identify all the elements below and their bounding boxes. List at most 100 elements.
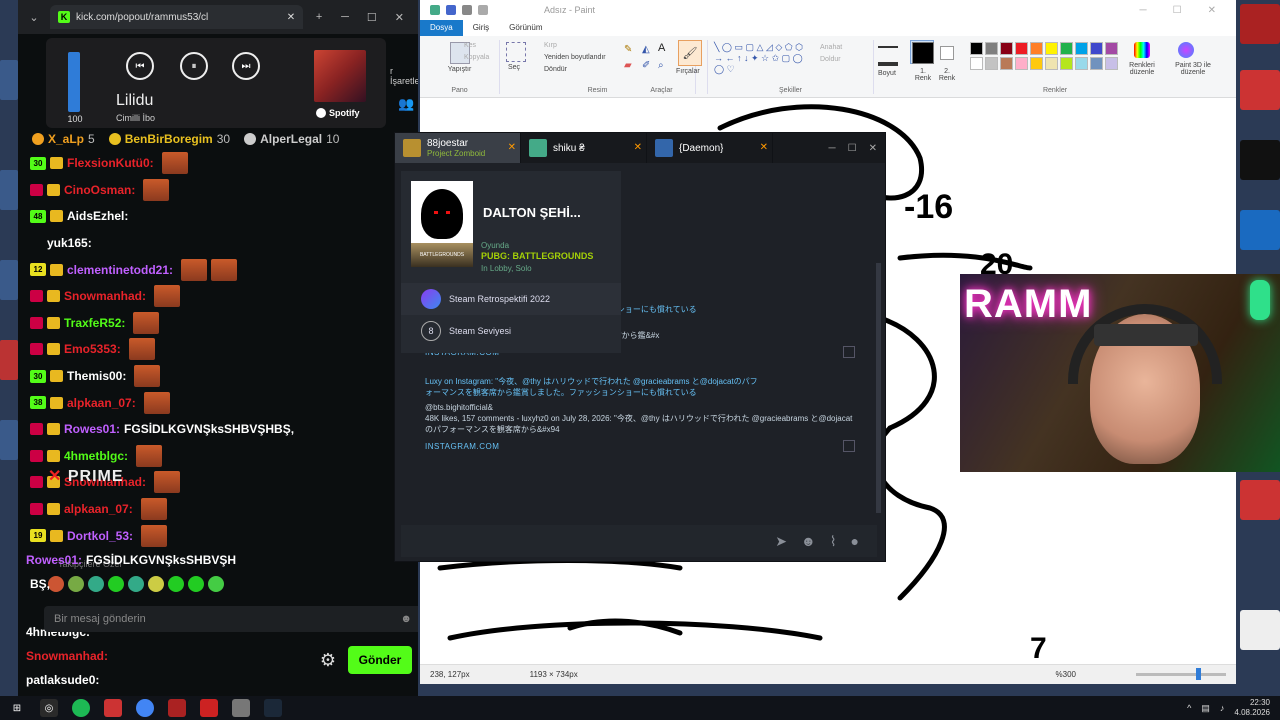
cut-button[interactable]: Kes [464,42,476,49]
color1-swatch[interactable] [912,42,934,64]
start-icon[interactable]: ⊞ [8,699,26,717]
close-icon[interactable]: ✕ [395,11,404,24]
palette-swatch[interactable] [1060,42,1073,55]
desktop-icon[interactable] [0,260,18,300]
next-track-button[interactable]: ⏭ [232,52,260,80]
palette-swatch[interactable] [1090,42,1103,55]
text-icon[interactable]: A [658,42,665,54]
scrollbar[interactable] [876,263,881,513]
link-embed[interactable]: Luxy on Instagram: "今夜、@thy はハリウッドで行われた … [425,376,855,452]
shape-gallery[interactable]: ╲ ◯ ▭ ▢ △ ◿ ◇ ⬠ ⬡ → ← ↑ ↓ ✦ ☆ ✩ ▢ ◯ ◯ ♡ [714,42,806,75]
outline-button[interactable]: Anahat [820,44,842,51]
tray-chevron-icon[interactable]: ^ [1187,703,1191,713]
rotate-button[interactable]: Döndür [544,66,567,73]
gear-icon[interactable]: ⚙ [318,650,338,670]
maximize-icon[interactable]: ☐ [848,143,857,154]
minimize-icon[interactable]: ─ [341,11,349,24]
emoji-icon[interactable]: ☻ [400,613,412,625]
palette-swatch[interactable] [1045,42,1058,55]
maximize-icon[interactable]: ☐ [1173,5,1182,16]
ribbon-tab[interactable]: Giriş [463,20,499,36]
redo-icon[interactable] [478,5,488,15]
palette-swatch[interactable] [1030,42,1043,55]
steam-chat-tab[interactable]: 88joestar Project Zomboid ✕ [395,133,521,163]
clock[interactable]: 22:30 4.08.2026 [1234,698,1270,718]
close-tab-icon[interactable]: ✕ [760,142,768,153]
size-button[interactable]: Boyut [878,70,896,77]
eraser-icon[interactable]: ▰ [624,60,632,71]
palette-swatch[interactable] [1060,57,1073,70]
close-icon[interactable]: ✕ [869,143,877,154]
palette-swatch[interactable] [1105,42,1118,55]
desktop-icon[interactable] [0,170,18,210]
crop-button[interactable]: Kırp [544,42,557,49]
volume-icon[interactable]: ♪ [1220,703,1225,713]
desktop-icon[interactable] [0,420,18,460]
close-tab-icon[interactable]: ✕ [508,142,516,153]
chat-username[interactable]: TraxfeR52: [64,316,125,330]
palette-swatch[interactable] [1075,42,1088,55]
undo-icon[interactable] [462,5,472,15]
zoom-knob[interactable] [1196,668,1201,680]
steam-chat-tab[interactable]: shiku ₴ ✕ [521,133,647,163]
resize-button[interactable]: Yeniden boyutlandır [544,54,606,61]
palette-swatch[interactable] [1000,57,1013,70]
chat-username[interactable]: 4hmetblgc: [64,449,128,463]
chat-username[interactable]: yuk165: [47,236,92,250]
desktop-icon[interactable] [0,340,18,380]
top-gifter[interactable]: AlperLegal 10 [244,132,339,146]
voice-icon[interactable]: ● [851,533,859,549]
instagram-link[interactable]: INSTAGRAM.COM [425,441,855,452]
chat-username[interactable]: Emo5353: [64,342,121,356]
app-icon[interactable] [104,699,122,717]
volume-slider[interactable] [68,52,80,112]
steam-icon[interactable] [264,699,282,717]
picker-icon[interactable]: ✐ [642,60,650,71]
steam-chat-tab[interactable]: {Daemon} ✕ [647,133,773,163]
retro-row[interactable]: Steam Retrospektifi 2022 [401,283,621,315]
palette-swatch[interactable] [985,57,998,70]
emoticon-icon[interactable]: ☻ [801,533,816,549]
open-link-icon[interactable] [843,346,855,358]
close-icon[interactable]: ✕ [1208,5,1216,16]
level-row[interactable]: 8 Steam Seviyesi [401,315,621,347]
paste-button[interactable]: Yapıştır [420,66,499,73]
fill-icon[interactable]: ◭ [642,44,650,55]
maximize-icon[interactable]: ☐ [367,11,377,24]
desktop-icon[interactable] [1240,70,1280,110]
app-icon[interactable] [232,699,250,717]
palette-swatch[interactable] [1105,57,1118,70]
paint3d-icon[interactable] [1178,42,1194,58]
chat-username[interactable]: FlexsionKutü0: [67,156,154,170]
tab-search-icon[interactable]: ⌄ [26,9,42,25]
palette-swatch[interactable] [1030,57,1043,70]
send-button[interactable]: Gönder [348,646,412,674]
palette-swatch[interactable] [1015,57,1028,70]
new-tab-icon[interactable]: + [311,9,327,25]
pause-button[interactable]: ⏸ [180,52,208,80]
app-icon[interactable] [168,699,186,717]
chat-username[interactable]: clementinetodd21: [67,263,173,277]
open-link-icon[interactable] [843,440,855,452]
chrome-icon[interactable] [136,699,154,717]
palette-swatch[interactable] [1015,42,1028,55]
palette-swatch[interactable] [1075,57,1088,70]
network-icon[interactable]: ▤ [1201,703,1210,714]
close-tab-icon[interactable]: ✕ [634,142,642,153]
chat-username[interactable]: Dortkol_53: [67,529,133,543]
chat-username[interactable]: alpkaan_07: [64,502,133,516]
pencil-icon[interactable]: ✎ [624,44,632,55]
size-icon[interactable] [878,46,898,66]
edit-colors-icon[interactable] [1134,42,1150,58]
select-button[interactable]: Seç [508,64,520,71]
send-icon[interactable]: ➤ [775,533,787,550]
close-tab-icon[interactable]: ✕ [287,12,295,23]
desktop-icon[interactable] [1240,4,1280,44]
ribbon-tab[interactable]: Dosya [420,20,463,36]
top-gifter[interactable]: BenBirBoregim 30 [108,132,230,146]
users-icon[interactable]: 👥 [398,96,416,112]
chat-username[interactable]: Themis00: [67,369,126,383]
zoom-slider[interactable] [1136,668,1226,680]
magnifier-icon[interactable]: ⌕ [658,60,664,71]
fill-button[interactable]: Doldur [820,56,841,63]
